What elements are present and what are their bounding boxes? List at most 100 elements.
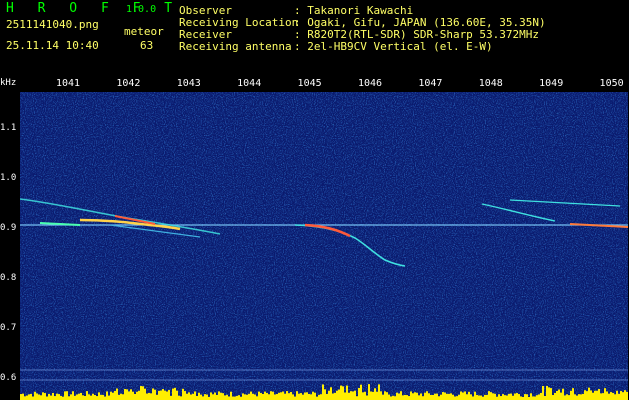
- activity-bar: [498, 394, 500, 400]
- activity-bar: [346, 385, 348, 400]
- activity-bar: [582, 393, 584, 400]
- activity-bar: [362, 392, 364, 400]
- filename: 2511141040.png: [6, 18, 99, 31]
- activity-bar: [412, 393, 414, 400]
- activity-bar: [542, 385, 544, 400]
- activity-bar: [440, 394, 442, 400]
- activity-bar: [190, 394, 192, 400]
- activity-bar: [192, 393, 194, 400]
- x-tick-label: 1043: [176, 78, 201, 89]
- activity-bar: [142, 386, 144, 400]
- activity-bar: [464, 391, 466, 400]
- activity-bar: [24, 396, 26, 400]
- activity-bar: [366, 395, 368, 400]
- activity-bar: [560, 392, 562, 400]
- activity-bar: [104, 396, 106, 400]
- activity-bar: [272, 391, 274, 400]
- activity-bar: [376, 391, 378, 400]
- activity-bar: [196, 396, 198, 400]
- activity-bar: [390, 396, 392, 400]
- activity-bar: [36, 393, 38, 400]
- activity-bar: [474, 391, 476, 400]
- activity-bar: [72, 391, 74, 400]
- noise-speckle-layer: [20, 92, 628, 400]
- activity-bar: [268, 394, 270, 400]
- activity-bar: [402, 395, 404, 400]
- activity-bar: [462, 392, 464, 400]
- activity-bar: [76, 394, 78, 400]
- activity-bar: [606, 391, 608, 400]
- activity-bar: [488, 391, 490, 400]
- activity-bar: [184, 391, 186, 400]
- activity-bar: [524, 394, 526, 400]
- activity-bar: [22, 393, 24, 400]
- activity-bar: [100, 394, 102, 400]
- activity-bar: [506, 395, 508, 400]
- activity-bar: [228, 396, 230, 400]
- activity-bar: [194, 391, 196, 400]
- activity-bar: [518, 394, 520, 400]
- activity-bar: [158, 390, 160, 400]
- activity-bar: [374, 388, 376, 400]
- activity-bar: [286, 391, 288, 400]
- frequency-axis: kHz 1.1 1.0 0.9 0.8 0.7 0.6: [0, 78, 20, 400]
- activity-bar: [574, 394, 576, 400]
- activity-bar: [326, 393, 328, 400]
- activity-bar: [618, 393, 620, 400]
- activity-bar: [30, 393, 32, 400]
- activity-bar: [136, 391, 138, 400]
- activity-bar: [226, 394, 228, 400]
- activity-bar: [296, 391, 298, 400]
- activity-bar: [182, 388, 184, 400]
- activity-bar: [624, 390, 626, 400]
- activity-bar: [234, 396, 236, 400]
- activity-bar: [102, 394, 104, 400]
- activity-bar: [448, 393, 450, 400]
- activity-bar: [164, 390, 166, 400]
- activity-bar: [442, 392, 444, 400]
- activity-bar: [116, 388, 118, 400]
- activity-bar: [386, 392, 388, 400]
- activity-bar: [378, 384, 380, 400]
- activity-bar: [308, 393, 310, 400]
- activity-bar: [238, 395, 240, 400]
- activity-bar: [324, 389, 326, 400]
- activity-bar: [420, 393, 422, 400]
- activity-bar: [188, 392, 190, 400]
- activity-bar: [108, 395, 110, 400]
- activity-bar: [388, 394, 390, 400]
- activity-bar: [250, 391, 252, 400]
- activity-bar: [224, 395, 226, 400]
- event-count: 63: [140, 39, 154, 52]
- activity-bar: [418, 395, 420, 400]
- activity-bar: [178, 395, 180, 400]
- activity-bar: [66, 391, 68, 400]
- activity-bar: [310, 394, 312, 400]
- activity-bar: [274, 394, 276, 400]
- activity-bar: [364, 391, 366, 400]
- activity-bar: [298, 393, 300, 400]
- activity-bar: [572, 388, 574, 400]
- activity-bar: [356, 396, 358, 400]
- activity-bar: [180, 396, 182, 400]
- activity-bar: [38, 394, 40, 400]
- y-tick-label: 1.0: [0, 173, 17, 183]
- activity-bar: [570, 390, 572, 400]
- activity-bar: [588, 387, 590, 400]
- activity-bar: [70, 394, 72, 400]
- activity-bar: [540, 392, 542, 400]
- activity-bar: [148, 392, 150, 400]
- activity-bar: [430, 394, 432, 400]
- activity-bar: [596, 390, 598, 400]
- activity-bar: [416, 392, 418, 400]
- activity-bar: [174, 387, 176, 400]
- activity-bar: [212, 394, 214, 400]
- activity-bar: [428, 393, 430, 400]
- datetime: 25.11.14 10:40: [6, 39, 99, 52]
- activity-bar: [214, 392, 216, 400]
- activity-bar: [532, 396, 534, 400]
- activity-bar: [502, 394, 504, 400]
- activity-bar: [536, 395, 538, 400]
- activity-bar: [284, 393, 286, 400]
- activity-bar: [78, 393, 80, 400]
